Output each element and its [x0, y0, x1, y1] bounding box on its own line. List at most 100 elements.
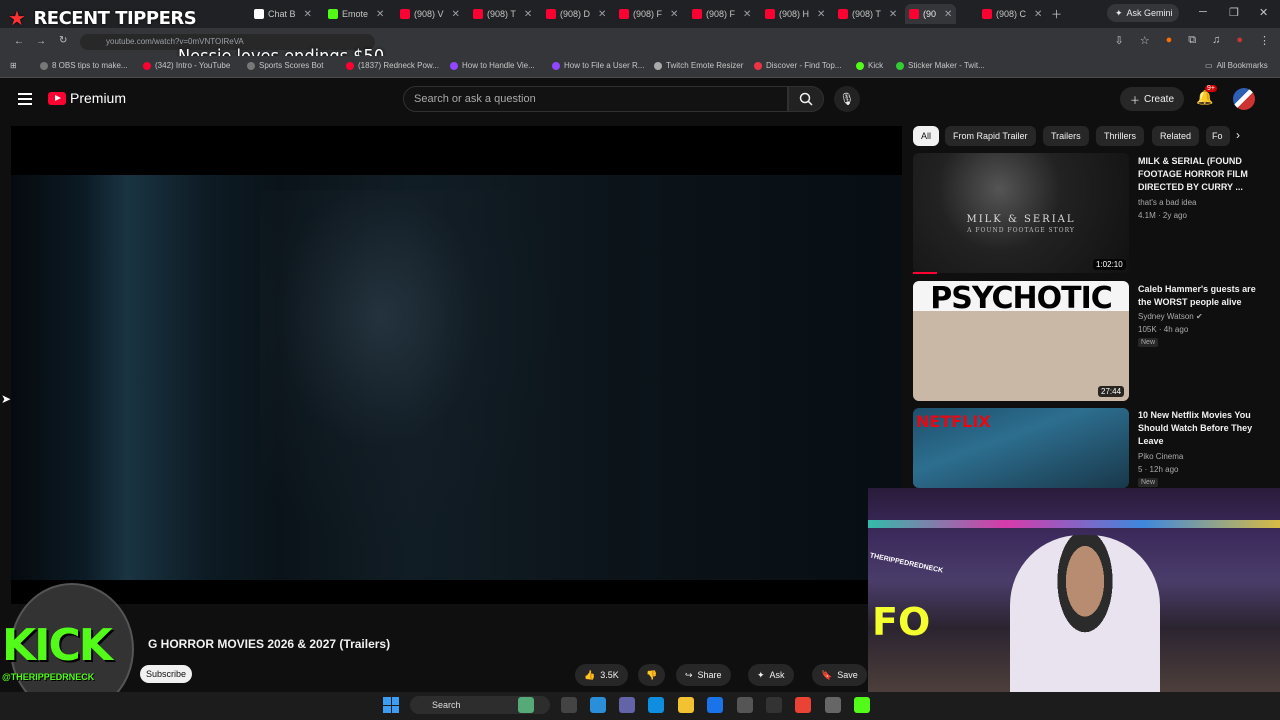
bookmark-item[interactable]: (1837) Redneck Pow...: [346, 61, 439, 70]
close-tab-icon[interactable]: ✕: [452, 9, 460, 20]
close-tab-icon[interactable]: ✕: [524, 9, 532, 20]
app-icon-2[interactable]: [825, 697, 841, 713]
chrome-icon[interactable]: [795, 697, 811, 713]
browser-tab[interactable]: (908) C ✕: [978, 4, 1046, 24]
all-bookmarks-item[interactable]: ▭ All Bookmarks: [1205, 61, 1268, 70]
recommendation-title[interactable]: MILK & SERIAL (FOUND FOOTAGE HORROR FILM…: [1138, 155, 1263, 194]
close-tab-icon[interactable]: ✕: [598, 9, 606, 20]
browser-tab[interactable]: (908) V ✕: [396, 4, 464, 24]
tab-label: (908) T: [852, 9, 881, 19]
close-tab-icon[interactable]: ✕: [670, 9, 678, 20]
apps-grid-icon[interactable]: ⊞: [10, 61, 17, 70]
tab-label: (908) T: [487, 9, 516, 19]
notifications-button[interactable]: 🔔 9+: [1196, 85, 1217, 106]
browser-tab-active[interactable]: (90 ✕: [905, 4, 957, 24]
recommendation-title[interactable]: Caleb Hammer's guests are the WORST peop…: [1138, 283, 1263, 309]
close-tab-icon[interactable]: ✕: [889, 9, 897, 20]
share-button[interactable]: ↪ Share: [676, 664, 731, 686]
account-avatar[interactable]: [1233, 88, 1255, 110]
close-tab-icon[interactable]: ✕: [817, 9, 825, 20]
install-icon[interactable]: ⇩: [1114, 34, 1123, 47]
recommendation-channel[interactable]: Piko Cinema: [1138, 450, 1183, 463]
browser-tab[interactable]: (908) D ✕: [542, 4, 610, 24]
tab-favicon-icon: [765, 9, 775, 19]
bookmark-label: Sticker Maker - Twit...: [908, 61, 985, 70]
like-button[interactable]: 👍 3.5K: [575, 664, 628, 686]
close-tab-icon[interactable]: ✕: [944, 9, 952, 20]
browser-tab[interactable]: (908) T ✕: [834, 4, 901, 24]
forward-icon[interactable]: →: [36, 36, 46, 47]
edge-icon[interactable]: [648, 697, 664, 713]
bookmark-item[interactable]: Twitch Emote Resizer: [654, 61, 743, 70]
microphone-icon: 🎙: [839, 92, 855, 106]
windows-start-icon[interactable]: [383, 697, 399, 713]
video-figure: [260, 190, 560, 550]
subscribe-button[interactable]: Subscribe: [140, 665, 192, 683]
teams-icon[interactable]: [619, 697, 635, 713]
chip-related[interactable]: Related: [1152, 126, 1200, 146]
bookmark-item[interactable]: Sticker Maker - Twit...: [896, 61, 985, 70]
bookmark-item[interactable]: 8 OBS tips to make...: [40, 61, 128, 70]
voice-search-button[interactable]: 🎙: [834, 86, 860, 112]
bookmark-item[interactable]: How to File a User R...: [552, 61, 644, 70]
obs-icon[interactable]: [766, 697, 782, 713]
bookmark-item[interactable]: How to Handle Vie...: [450, 61, 535, 70]
browser-tab[interactable]: Emote ✕: [324, 4, 388, 24]
chip-from-rapid-trailer[interactable]: From Rapid Trailer: [945, 126, 1036, 146]
task-view-icon[interactable]: [561, 697, 577, 713]
kick-app-icon[interactable]: [854, 697, 870, 713]
create-button[interactable]: ＋ Create: [1120, 87, 1184, 111]
chip-all[interactable]: All: [913, 126, 940, 146]
browser-tab[interactable]: (908) H ✕: [761, 4, 829, 24]
taskbar-widget-icon[interactable]: [518, 697, 534, 713]
bookmark-item[interactable]: Sports Scores Bot: [247, 61, 323, 70]
close-tab-icon[interactable]: ✕: [376, 9, 384, 20]
recommendation-title[interactable]: 10 New Netflix Movies You Should Watch B…: [1138, 409, 1263, 448]
minimize-icon[interactable]: ─: [1199, 6, 1207, 18]
recommendation-channel[interactable]: that's a bad idea: [1138, 196, 1196, 209]
search-input[interactable]: Search or ask a question: [403, 86, 788, 112]
ask-button[interactable]: ✦ Ask: [748, 664, 794, 686]
tab-favicon-icon: [982, 9, 992, 19]
bookmark-item[interactable]: (342) Intro - YouTube: [143, 61, 230, 70]
ufo-sign: FO: [872, 600, 931, 644]
close-tab-icon[interactable]: ✕: [1034, 9, 1042, 20]
bookmark-item[interactable]: Kick: [856, 61, 883, 70]
youtube-logo[interactable]: Premium: [48, 90, 126, 106]
tab-favicon-icon: [692, 9, 702, 19]
bookmark-item[interactable]: Discover - Find Top...: [754, 61, 841, 70]
store-icon[interactable]: [707, 697, 723, 713]
media-icon[interactable]: ♫: [1212, 34, 1220, 47]
back-icon[interactable]: ←: [14, 36, 24, 47]
save-button[interactable]: 🔖 Save: [812, 664, 867, 686]
close-tab-icon[interactable]: ✕: [743, 9, 751, 20]
extension-icon[interactable]: ●: [1166, 34, 1173, 47]
ask-gemini-button[interactable]: ✦ Ask Gemini: [1107, 4, 1179, 22]
chip-thrillers[interactable]: Thrillers: [1096, 126, 1145, 146]
new-tab-icon[interactable]: ＋: [1051, 6, 1062, 22]
restore-icon[interactable]: ❐: [1229, 6, 1239, 19]
app-icon[interactable]: [737, 697, 753, 713]
close-window-icon[interactable]: ✕: [1259, 6, 1268, 19]
bookmark-star-icon[interactable]: ☆: [1140, 34, 1150, 47]
file-explorer-icon[interactable]: [678, 697, 694, 713]
close-tab-icon[interactable]: ✕: [304, 9, 312, 20]
puzzle-icon[interactable]: ⧉: [1188, 34, 1196, 47]
reload-icon[interactable]: ↻: [59, 35, 67, 46]
browser-tab[interactable]: Chat B ✕: [250, 4, 316, 24]
browser-tab[interactable]: (908) T ✕: [469, 4, 536, 24]
chip-trailers[interactable]: Trailers: [1043, 126, 1089, 146]
search-button[interactable]: [788, 86, 824, 112]
profile-icon[interactable]: ●: [1236, 34, 1243, 47]
dislike-button[interactable]: 👎: [638, 664, 666, 686]
chevron-right-icon[interactable]: ›: [1236, 128, 1240, 142]
browser-tab[interactable]: (908) F ✕: [688, 4, 755, 24]
chip-partial[interactable]: Fo: [1206, 126, 1230, 146]
hamburger-menu-icon[interactable]: [18, 93, 32, 105]
bookmark-label: Kick: [868, 61, 884, 70]
copilot-icon[interactable]: [590, 697, 606, 713]
kebab-menu-icon[interactable]: ⋮: [1259, 34, 1270, 47]
browser-tab[interactable]: (908) F ✕: [615, 4, 682, 24]
recommendation-thumbnail[interactable]: [913, 153, 1129, 273]
recommendation-channel[interactable]: Sydney Watson ✔: [1138, 310, 1203, 323]
